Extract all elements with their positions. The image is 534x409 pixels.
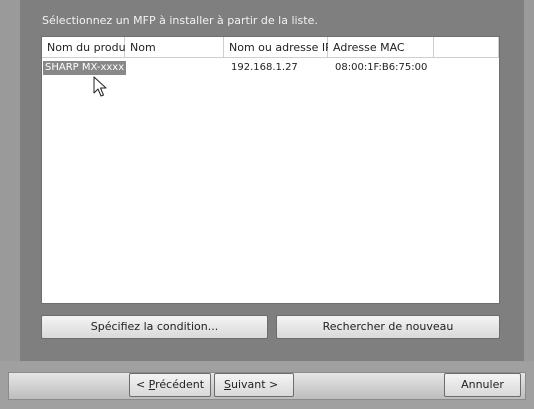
list-header: Nom du produit Nom Nom ou adresse IP Adr…: [42, 37, 499, 59]
column-header-name[interactable]: Nom: [125, 37, 224, 58]
column-header-mac[interactable]: Adresse MAC: [328, 37, 434, 58]
cell-product[interactable]: SHARP MX-xxxx: [43, 61, 127, 75]
mouse-pointer-icon: [93, 76, 107, 97]
cancel-button[interactable]: Annuler: [444, 373, 521, 397]
next-button[interactable]: Suivant >: [214, 373, 294, 397]
back-rest: récédent: [155, 378, 205, 391]
cell-ip: 192.168.1.27: [231, 62, 298, 73]
column-header-empty: [434, 37, 499, 58]
specify-condition-button[interactable]: Spécifiez la condition...: [41, 315, 268, 339]
device-list[interactable]: Nom du produit Nom Nom ou adresse IP Adr…: [41, 36, 500, 304]
column-header-product[interactable]: Nom du produit: [42, 37, 133, 58]
cell-name: [125, 61, 128, 75]
back-button[interactable]: < Précédent: [129, 373, 211, 397]
search-again-button[interactable]: Rechercher de nouveau: [276, 315, 500, 339]
instruction-text: Sélectionnez un MFP à installer à partir…: [42, 14, 318, 27]
column-header-ip[interactable]: Nom ou adresse IP: [224, 37, 332, 58]
back-prefix: <: [135, 378, 149, 391]
next-rest: uivant >: [230, 378, 279, 391]
cell-mac: 08:00:1F:B6:75:00: [335, 62, 428, 73]
next-accel: S: [224, 378, 231, 391]
table-row[interactable]: SHARP MX-xxxx 192.168.1.27 08:00:1F:B6:7…: [42, 61, 499, 75]
